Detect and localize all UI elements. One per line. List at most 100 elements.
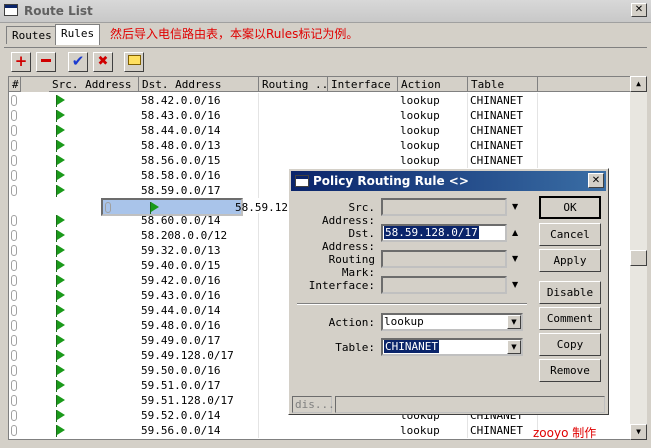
disable-button[interactable]: Disable [539, 281, 601, 304]
row-toggle-icon[interactable] [11, 230, 17, 241]
table-row[interactable]: 58.42.0.0/16 lookup CHINANET [9, 93, 631, 108]
table-row[interactable]: 58.44.0.0/14 lookup CHINANET [9, 123, 631, 138]
row-toggle-icon[interactable] [11, 95, 17, 106]
check-icon[interactable]: ✔ [68, 52, 88, 72]
active-flag-icon [56, 260, 65, 272]
status-state: dis... [292, 396, 335, 413]
routing-mark-field[interactable] [381, 250, 507, 268]
col-header-routing[interactable]: Routing ... [259, 77, 328, 92]
active-flag-icon [56, 230, 65, 242]
action-cell: lookup [398, 123, 468, 138]
remove-button[interactable]: Remove [539, 359, 601, 382]
interface-field[interactable] [381, 276, 507, 294]
add-icon[interactable]: + [11, 52, 31, 72]
ok-button[interactable]: OK [539, 196, 601, 219]
dst-address-cell: 58.56.0.0/15 [139, 153, 259, 168]
table-row[interactable]: 58.48.0.0/13 lookup CHINANET [9, 138, 631, 153]
scroll-thumb[interactable] [630, 250, 647, 266]
row-toggle-icon[interactable] [11, 410, 17, 421]
dst-address-cell: 58.44.0.0/14 [139, 123, 259, 138]
action-label: Action: [328, 316, 375, 329]
mark-expand-icon[interactable]: ▼ [512, 254, 518, 263]
src-expand-icon[interactable]: ▼ [512, 202, 518, 211]
table-cell: CHINANET [468, 423, 538, 438]
row-toggle-icon[interactable] [11, 380, 17, 391]
table-value: CHINANET [384, 340, 439, 353]
window-icon [4, 4, 18, 16]
row-toggle-icon[interactable] [11, 260, 17, 271]
row-toggle-icon[interactable] [11, 290, 17, 301]
copy-button[interactable]: Copy [539, 333, 601, 356]
dialog-title-bar[interactable]: Policy Routing Rule <> ✕ [291, 171, 606, 191]
row-toggle-icon[interactable] [11, 350, 17, 361]
dst-address-cell: 59.43.0.0/16 [139, 288, 259, 303]
dst-address-cell: 58.60.0.0/14 [139, 213, 259, 228]
active-flag-icon [56, 170, 65, 182]
row-toggle-icon[interactable] [11, 185, 17, 196]
dst-address-cell: 59.44.0.0/14 [139, 303, 259, 318]
apply-button[interactable]: Apply [539, 249, 601, 272]
active-flag-icon [56, 290, 65, 302]
table-cell: CHINANET [468, 108, 538, 123]
cancel-button[interactable]: Cancel [539, 223, 601, 246]
interface-expand-icon[interactable]: ▼ [512, 280, 518, 289]
row-toggle-icon[interactable] [105, 202, 111, 213]
table-label: Table: [335, 341, 375, 354]
row-toggle-icon[interactable] [11, 110, 17, 121]
row-toggle-icon[interactable] [11, 275, 17, 286]
dst-address-cell: 58.58.0.0/16 [139, 168, 259, 183]
scroll-up-icon[interactable]: ▲ [630, 76, 647, 92]
action-select[interactable]: lookup ▼ [381, 313, 523, 331]
note-icon[interactable] [124, 52, 144, 72]
dst-address-cell: 59.50.0.0/16 [139, 363, 259, 378]
interface-label: Interface: [308, 279, 375, 292]
col-header-action[interactable]: Action [398, 77, 468, 92]
col-header-table[interactable]: Table [468, 77, 538, 92]
policy-routing-rule-dialog: Policy Routing Rule <> ✕ Src. Address: ▼… [288, 168, 609, 415]
table-cell: CHINANET [468, 153, 538, 168]
row-toggle-icon[interactable] [11, 215, 17, 226]
row-toggle-icon[interactable] [11, 320, 17, 331]
src-address-field[interactable] [381, 198, 507, 216]
chevron-down-icon[interactable]: ▼ [507, 340, 521, 354]
dialog-close-icon[interactable]: ✕ [588, 173, 604, 188]
tab-rules[interactable]: Rules [55, 24, 101, 45]
active-flag-icon [56, 365, 65, 377]
title-bar[interactable]: Route List ✕ [0, 0, 651, 23]
close-icon[interactable]: ✕ [631, 3, 647, 17]
scroll-down-icon[interactable]: ▼ [630, 424, 647, 440]
table-cell: CHINANET [468, 93, 538, 108]
tab-routes[interactable]: Routes [6, 26, 58, 44]
col-header-src[interactable]: Src. Address [49, 77, 139, 92]
row-toggle-icon[interactable] [11, 425, 17, 436]
col-header-num[interactable]: # [9, 77, 21, 92]
row-toggle-icon[interactable] [11, 335, 17, 346]
dst-address-cell: 59.49.0.0/17 [139, 333, 259, 348]
chevron-down-icon[interactable]: ▼ [507, 315, 521, 329]
row-toggle-icon[interactable] [11, 125, 17, 136]
dst-address-field[interactable]: 58.59.128.0/17 [381, 224, 507, 242]
dst-collapse-icon[interactable]: ▲ [512, 228, 518, 237]
remove-icon[interactable] [36, 52, 56, 72]
active-flag-icon [56, 95, 65, 107]
x-icon[interactable]: ✖ [93, 52, 113, 72]
table-select[interactable]: CHINANET ▼ [381, 338, 523, 356]
table-row[interactable]: 58.43.0.0/16 lookup CHINANET [9, 108, 631, 123]
col-header-dst[interactable]: Dst. Address [139, 77, 259, 92]
col-header-filler [538, 77, 631, 92]
row-toggle-icon[interactable] [11, 245, 17, 256]
dst-address-cell: 59.48.0.0/16 [139, 318, 259, 333]
col-header-interface[interactable]: Interface [328, 77, 398, 92]
vertical-scrollbar[interactable]: ▲ ▼ [630, 76, 647, 440]
row-toggle-icon[interactable] [11, 170, 17, 181]
routing-mark-label: Routing Mark: [328, 253, 375, 279]
row-toggle-icon[interactable] [11, 305, 17, 316]
table-row[interactable]: 58.56.0.0/15 lookup CHINANET [9, 153, 631, 168]
active-flag-icon [56, 395, 65, 407]
row-toggle-icon[interactable] [11, 365, 17, 376]
row-toggle-icon[interactable] [11, 155, 17, 166]
comment-button[interactable]: Comment [539, 307, 601, 330]
dst-address-cell: 59.51.128.0/17 [139, 393, 259, 408]
row-toggle-icon[interactable] [11, 140, 17, 151]
row-toggle-icon[interactable] [11, 395, 17, 406]
